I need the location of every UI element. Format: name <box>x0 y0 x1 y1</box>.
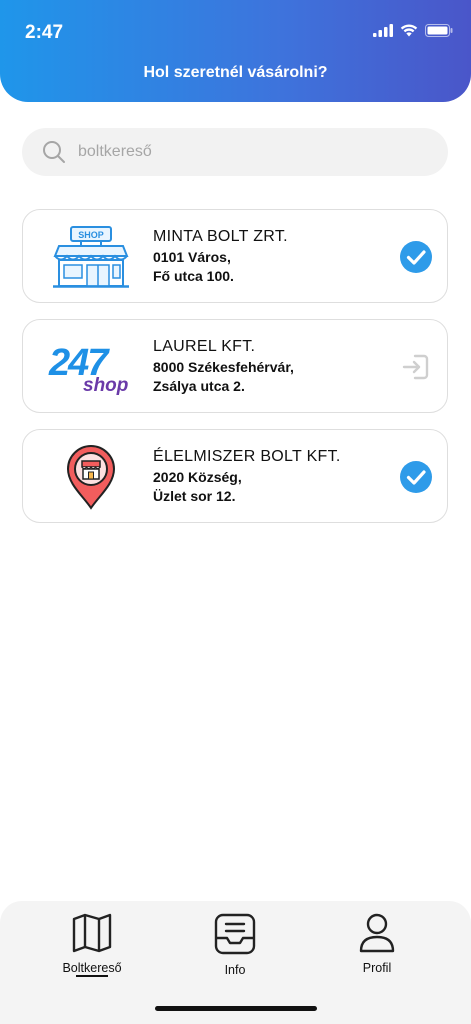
store-address-city: 0101 Város, <box>153 249 231 265</box>
store-card-laurel[interactable]: 247 shop LAUREL KFT. 8000 Székesfehérvár… <box>22 319 448 413</box>
store-address-city: 8000 Székesfehérvár, <box>153 359 294 375</box>
nav-item-boltkereso[interactable]: Boltkereső <box>37 913 147 983</box>
shop-storefront-icon: SHOP <box>47 222 135 292</box>
nav-label: Boltkereső <box>62 961 122 975</box>
status-icons <box>373 24 453 37</box>
status-time: 2:47 <box>25 22 64 43</box>
battery-icon <box>425 24 453 37</box>
check-icon[interactable] <box>399 460 433 494</box>
map-pin-store-icon <box>47 442 135 512</box>
wifi-icon <box>400 24 418 37</box>
login-icon[interactable] <box>399 350 433 384</box>
store-card-minta-bolt[interactable]: SHOP MINTA BOLT ZRT. 0101 Város, Fő utca… <box>22 209 448 303</box>
store-name: LAUREL KFT. <box>153 338 256 355</box>
inbox-icon <box>214 913 256 955</box>
store-address-street: Üzlet sor 12. <box>153 488 236 504</box>
map-icon <box>72 913 112 953</box>
nav-label: Profil <box>362 961 392 975</box>
svg-text:SHOP: SHOP <box>78 230 104 240</box>
store-card-elelmiszer-bolt[interactable]: ÉLELMISZER BOLT KFT. 2020 Község, Üzlet … <box>22 429 448 523</box>
search-input[interactable] <box>78 128 428 176</box>
nav-item-profil[interactable]: Profil <box>322 913 432 983</box>
nav-item-info[interactable]: Info <box>180 913 290 983</box>
search-bar[interactable] <box>22 128 448 176</box>
search-icon <box>43 141 65 163</box>
247-shop-logo: 247 shop <box>47 332 135 402</box>
store-address-street: Zsálya utca 2. <box>153 378 245 394</box>
store-name: MINTA BOLT ZRT. <box>153 228 288 245</box>
active-tab-indicator <box>76 975 108 977</box>
page-title: Hol szeretnél vásárolni? <box>143 64 328 81</box>
user-icon <box>359 913 395 953</box>
check-icon[interactable] <box>399 240 433 274</box>
store-address-city: 2020 Község, <box>153 469 242 485</box>
cellular-signal-icon <box>373 24 393 37</box>
header: 2:47 Hol szeretnél vásárolni? <box>0 0 471 102</box>
nav-label: Info <box>224 963 246 977</box>
home-indicator <box>155 1006 317 1011</box>
screen: 2:47 Hol szeretnél vásárolni? boltkereső… <box>0 0 471 1024</box>
store-name: ÉLELMISZER BOLT KFT. <box>153 448 341 465</box>
store-address-street: Fő utca 100. <box>153 268 234 284</box>
logo-247-sub: shop <box>83 375 128 395</box>
